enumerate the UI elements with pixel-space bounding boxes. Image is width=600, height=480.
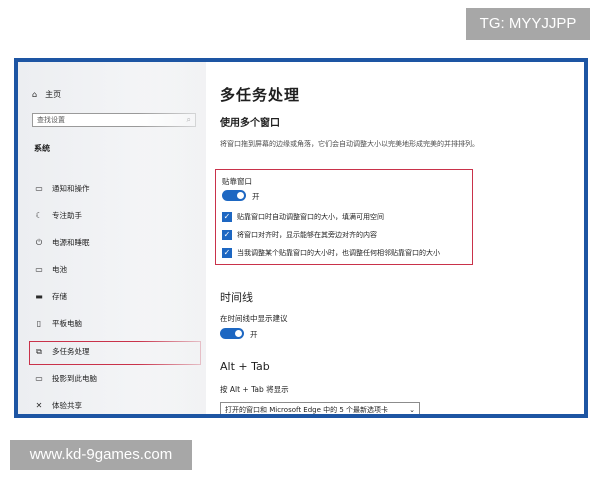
sidebar-item-label: 投影到此电脑	[52, 374, 97, 383]
sidebar-item-storage[interactable]: ▬ 存储	[34, 291, 67, 302]
snap-option-label: 将窗口对齐时，显示能够在其旁边对齐的内容	[237, 231, 377, 239]
snap-windows-label: 贴靠窗口	[222, 177, 252, 186]
timeline-suggestions-label: 在时间线中显示建议	[220, 314, 288, 323]
main-panel: 多任务处理 使用多个窗口 将窗口拖到屏幕的边缘或角落，它们会自动调整大小以完美地…	[206, 62, 584, 414]
sidebar-item-label: 平板电脑	[52, 319, 82, 328]
alt-tab-selected: 打开的窗口和 Microsoft Edge 中的 5 个最新选项卡	[225, 406, 389, 414]
sidebar-item-label: 存储	[52, 292, 67, 301]
tg-watermark: TG: MYYJJPP	[466, 8, 590, 40]
sidebar-item-focus-assist[interactable]: ☾ 专注助手	[34, 210, 82, 221]
sidebar-home[interactable]: ⌂ 主页	[32, 89, 61, 100]
sidebar-item-project[interactable]: ▭ 投影到此电脑	[34, 373, 97, 384]
search-placeholder: 查找设置	[37, 116, 65, 124]
tablet-icon: ▯	[36, 319, 42, 328]
sidebar-item-label: 专注助手	[52, 211, 82, 220]
sidebar-item-notifications[interactable]: ▭ 通知和操作	[34, 183, 90, 194]
snap-option-2[interactable]: ✓ 将窗口对齐时，显示能够在其旁边对齐的内容	[222, 230, 377, 240]
settings-window: ⌂ 主页 查找设置 ⌕ 系统 ▭ 通知和操作 ☾ 专注助手 ⏻ 电源和睡眠 ▭ …	[14, 58, 588, 418]
alt-tab-label: 按 Alt + Tab 将显示	[220, 385, 289, 394]
sidebar: ⌂ 主页 查找设置 ⌕ 系统 ▭ 通知和操作 ☾ 专注助手 ⏻ 电源和睡眠 ▭ …	[18, 62, 206, 414]
snap-settings-highlight: 贴靠窗口 开 ✓ 贴靠窗口时自动调整窗口的大小，填满可用空间 ✓ 将窗口对齐时，…	[215, 169, 473, 265]
notification-icon: ▭	[35, 184, 43, 193]
sidebar-item-label: 体验共享	[52, 401, 82, 410]
sidebar-section-heading: 系统	[34, 144, 50, 153]
snap-option-1[interactable]: ✓ 贴靠窗口时自动调整窗口的大小，填满可用空间	[222, 212, 384, 222]
snap-option-3[interactable]: ✓ 当我调整某个贴靠窗口的大小时，也调整任何相邻贴靠窗口的大小	[222, 248, 440, 258]
chevron-down-icon: ⌄	[409, 406, 415, 414]
page-title: 多任务处理	[220, 86, 301, 104]
sidebar-item-shared[interactable]: ✕ 体验共享	[34, 400, 82, 411]
section-heading-alt-tab: Alt + Tab	[220, 360, 270, 373]
sidebar-item-battery[interactable]: ▭ 电池	[34, 264, 67, 275]
sidebar-item-label: 电池	[52, 265, 67, 274]
sidebar-blur	[138, 62, 206, 414]
home-label: 主页	[45, 90, 62, 99]
timeline-suggestions-toggle[interactable]	[220, 328, 244, 339]
storage-icon: ▬	[35, 292, 43, 301]
checkmark-icon[interactable]: ✓	[222, 248, 232, 258]
section-heading-timeline: 时间线	[220, 291, 253, 304]
sidebar-item-power[interactable]: ⏻ 电源和睡眠	[34, 237, 90, 248]
moon-icon: ☾	[35, 211, 43, 220]
snap-option-label: 贴靠窗口时自动调整窗口的大小，填满可用空间	[237, 213, 384, 221]
battery-icon: ▭	[35, 265, 43, 274]
home-icon: ⌂	[32, 90, 38, 99]
sidebar-item-tablet[interactable]: ▯ 平板电脑	[34, 318, 82, 329]
timeline-toggle-state: 开	[250, 330, 258, 339]
power-icon: ⏻	[35, 237, 43, 247]
checkmark-icon[interactable]: ✓	[222, 230, 232, 240]
snap-option-label: 当我调整某个贴靠窗口的大小时，也调整任何相邻贴靠窗口的大小	[237, 249, 440, 257]
project-icon: ▭	[35, 374, 43, 383]
snap-toggle-state: 开	[252, 192, 260, 201]
section-heading-windows: 使用多个窗口	[220, 118, 280, 129]
site-watermark: www.kd-9games.com	[10, 440, 192, 470]
section-description: 将窗口拖到屏幕的边缘或角落，它们会自动调整大小以完美地形成完美的并排排列。	[220, 140, 479, 148]
sidebar-item-label: 通知和操作	[52, 184, 90, 193]
snap-windows-toggle[interactable]	[222, 190, 246, 201]
sidebar-item-label: 电源和睡眠	[52, 238, 90, 247]
checkmark-icon[interactable]: ✓	[222, 212, 232, 222]
alt-tab-dropdown[interactable]: 打开的窗口和 Microsoft Edge 中的 5 个最新选项卡 ⌄	[220, 402, 420, 414]
share-icon: ✕	[35, 401, 43, 410]
